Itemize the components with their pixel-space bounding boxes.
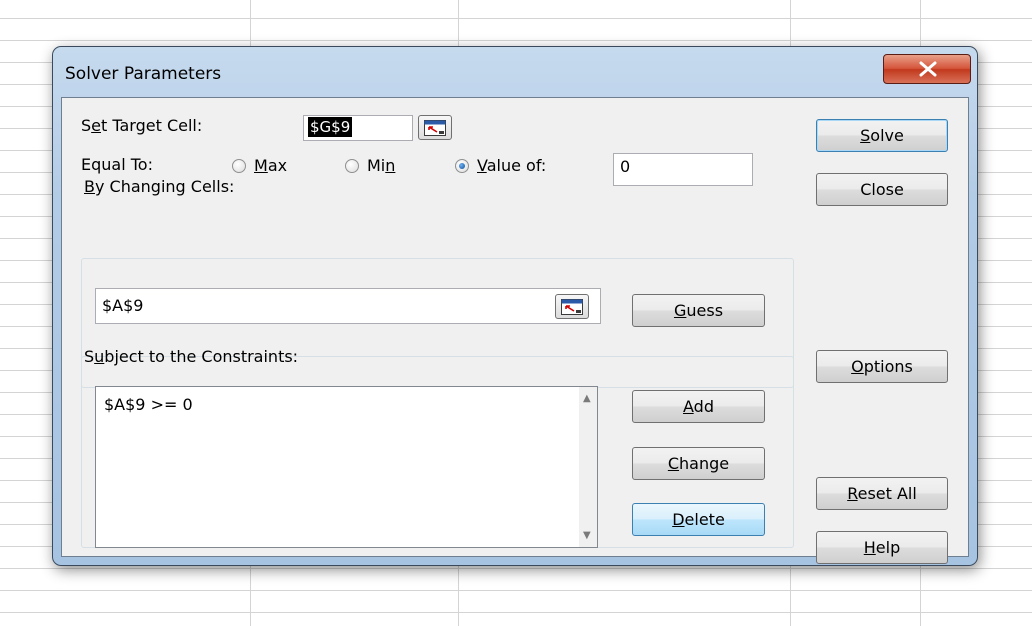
close-window-button[interactable] <box>883 54 971 84</box>
guess-button[interactable]: Guess <box>632 294 765 327</box>
solve-button[interactable]: Solve <box>816 119 948 152</box>
close-button[interactable]: Close <box>816 173 948 206</box>
grid-line <box>0 40 1032 41</box>
collapse-dialog-icon <box>561 299 583 315</box>
constraint-item[interactable]: $A$9 >= 0 <box>104 395 193 414</box>
target-cell-value: $G$9 <box>308 117 353 137</box>
delete-button[interactable]: Delete <box>632 503 765 536</box>
radio-max-circle[interactable] <box>232 159 246 173</box>
close-x-icon <box>919 61 937 77</box>
radio-min-label: Min <box>367 156 396 175</box>
change-button[interactable]: Change <box>632 447 765 480</box>
constraints-list[interactable]: $A$9 >= 0 ▲ ▼ <box>95 386 598 548</box>
grid-line <box>0 18 1032 19</box>
grid-line <box>0 590 1032 591</box>
scroll-up-arrow-icon[interactable]: ▲ <box>583 393 591 404</box>
by-changing-cells-label: By Changing Cells: <box>84 177 235 196</box>
radio-min-circle[interactable] <box>345 159 359 173</box>
radio-value-of-label: Value of: <box>477 156 547 175</box>
target-cell-field[interactable]: $G$9 <box>303 115 413 141</box>
changing-cells-collapse-button[interactable] <box>555 294 589 319</box>
radio-value-of-circle[interactable] <box>455 159 469 173</box>
constraints-scrollbar[interactable]: ▲ ▼ <box>579 387 597 547</box>
value-of-input[interactable]: 0 <box>613 153 753 186</box>
help-button[interactable]: Help <box>816 531 948 564</box>
constraints-label: Subject to the Constraints: <box>84 347 299 366</box>
set-target-cell-label: Set Target Cell: <box>81 116 203 135</box>
dialog-client-area: Set Target Cell: $G$9 Equal To: Max Min … <box>61 97 969 564</box>
options-button[interactable]: Options <box>816 350 948 383</box>
grid-line <box>0 568 1032 569</box>
collapse-dialog-icon <box>424 120 446 136</box>
radio-max-label: Max <box>254 156 288 175</box>
window-title: Solver Parameters <box>65 64 222 84</box>
scroll-down-arrow-icon[interactable]: ▼ <box>583 530 591 541</box>
title-bar[interactable]: Solver Parameters <box>53 47 977 97</box>
grid-line <box>0 612 1032 613</box>
reset-all-button[interactable]: Reset All <box>816 477 948 510</box>
changing-cells-input[interactable]: $A$9 <box>95 288 601 324</box>
target-cell-collapse-button[interactable] <box>418 115 452 140</box>
equal-to-label: Equal To: <box>81 155 153 174</box>
solver-parameters-dialog: Solver Parameters Set Target Cell: $G$9 … <box>52 46 978 566</box>
add-button[interactable]: Add <box>632 390 765 423</box>
